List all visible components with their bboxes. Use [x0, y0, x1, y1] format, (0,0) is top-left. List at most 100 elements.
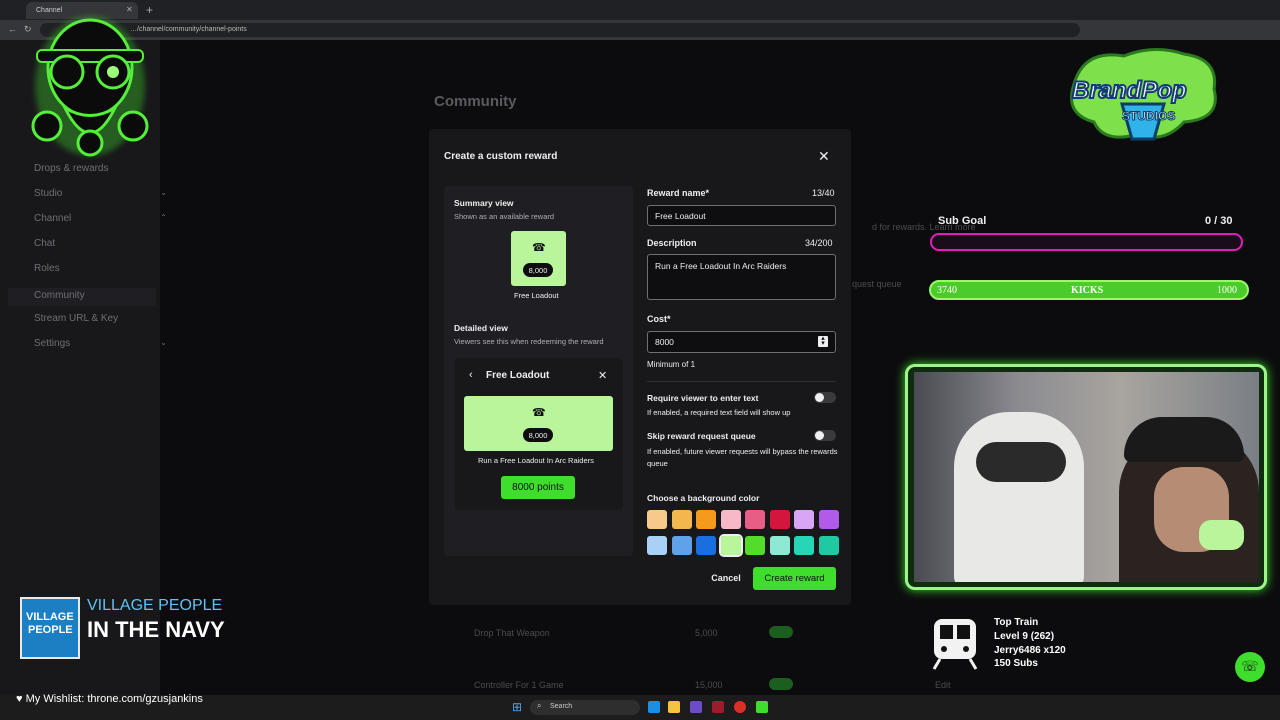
color-swatch[interactable]	[696, 536, 716, 555]
reward-row-name: Controller For 1 Game	[474, 680, 564, 690]
skip-queue-label: Skip reward request queue	[647, 431, 756, 441]
kicks-label: KICKS	[1071, 285, 1104, 296]
color-swatch[interactable]	[720, 510, 741, 529]
close-icon[interactable]: ✕	[818, 148, 830, 165]
color-swatch[interactable]	[647, 510, 667, 529]
reward-cost-pill: 8,000	[523, 263, 553, 277]
windows-start-icon[interactable]: ⊞	[512, 700, 522, 714]
back-icon[interactable]: ←	[8, 24, 17, 34]
album-art-text: VILLAGE	[26, 611, 74, 623]
color-swatch[interactable]	[647, 536, 667, 555]
app-icon[interactable]	[712, 701, 724, 713]
sidebar-item-chat[interactable]: Chat	[34, 238, 169, 254]
skip-queue-toggle[interactable]	[814, 430, 836, 441]
stepper-icon[interactable]: ▴ ▾	[818, 335, 828, 347]
detailed-view-subtitle: Viewers see this when redeeming the rewa…	[454, 337, 604, 346]
browser-tab-bar	[0, 0, 1280, 20]
reward-name-input[interactable]	[647, 205, 836, 226]
album-art-text: PEOPLE	[28, 624, 73, 636]
sub-goal-label: Sub Goal	[938, 215, 987, 227]
support-chat-icon[interactable]: ☏	[1235, 652, 1265, 682]
top-train-level: Level 9 (262)	[994, 631, 1055, 642]
color-swatch[interactable]	[718, 534, 743, 557]
sub-goal-progress-bar	[930, 233, 1243, 251]
reward-icon: ☎	[532, 242, 546, 254]
taskbar-search[interactable]: Search	[530, 700, 640, 715]
bg-text: quest queue	[852, 279, 902, 289]
detail-tile: ☎ 8,000	[464, 396, 613, 451]
require-text-toggle[interactable]	[814, 392, 836, 403]
sidebar-item-settings[interactable]: Settings ⌄	[34, 338, 169, 354]
sidebar-item-studio[interactable]: Studio ⌄	[34, 188, 169, 204]
now-playing-song: IN THE NAVY	[87, 617, 225, 642]
app-icon[interactable]	[690, 701, 702, 713]
chevron-icon: ⌃	[160, 213, 167, 222]
chair-headrest	[976, 442, 1066, 482]
heart-icon: ♥	[16, 693, 26, 705]
toggle-knob	[815, 431, 824, 440]
gas-mask-skull-logo	[31, 16, 149, 157]
address-bar[interactable]: …/channel/community/channel-points	[40, 23, 1080, 37]
wishlist-url: My Wishlist: throne.com/gzusjankins	[25, 693, 203, 705]
color-swatch[interactable]	[818, 536, 839, 555]
summary-view-subtitle: Shown as an available reward	[454, 212, 555, 221]
sidebar-item-label: Stream URL & Key	[34, 313, 119, 324]
kicks-right-value: 1000	[1217, 285, 1237, 296]
top-train-user: Jerry6486 x120	[994, 645, 1066, 656]
reward-row-cost: 5,000	[695, 628, 718, 638]
close-icon[interactable]: ✕	[598, 369, 607, 382]
brand-subtitle: STUDIOS	[1121, 109, 1176, 124]
reward-row-toggle[interactable]	[769, 626, 793, 638]
summary-view-title: Summary view	[454, 198, 514, 208]
require-text-hint: If enabled, a required text field will s…	[647, 408, 791, 417]
reward-tile-name: Free Loadout	[514, 291, 559, 300]
streamer-cap	[1124, 417, 1244, 462]
toggle-knob	[815, 393, 824, 402]
app-icon[interactable]	[756, 701, 768, 713]
color-swatch[interactable]	[769, 510, 790, 529]
reward-name-label: Reward name*	[647, 188, 710, 198]
background-color-label: Choose a background color	[647, 493, 760, 503]
file-explorer-icon[interactable]	[668, 701, 680, 713]
color-swatch[interactable]	[794, 510, 814, 529]
cost-hint: Minimum of 1	[647, 360, 696, 369]
description-input[interactable]: Run a Free Loadout In Arc Raiders	[647, 254, 836, 300]
chevron-left-icon[interactable]: ‹	[469, 369, 473, 381]
chevron-icon: ⌄	[160, 338, 167, 347]
sidebar-item-label: Chat	[34, 238, 56, 249]
edge-icon[interactable]	[648, 701, 660, 713]
sidebar-item-community[interactable]: Community	[8, 288, 156, 306]
webcam-feed	[914, 372, 1259, 582]
cancel-button[interactable]: Cancel	[706, 569, 746, 588]
color-swatch[interactable]	[794, 536, 814, 555]
color-swatch[interactable]	[818, 510, 839, 529]
sidebar-item-roles[interactable]: Roles	[34, 263, 169, 279]
reward-row-name: Drop That Weapon	[474, 628, 550, 638]
cost-label: Cost*	[647, 314, 671, 324]
reward-cost-pill: 8,000	[523, 428, 553, 442]
detail-description: Run a Free Loadout In Arc Raiders	[478, 456, 594, 465]
sidebar-item-stream-url-key[interactable]: Stream URL & Key	[34, 313, 169, 329]
color-swatch[interactable]	[671, 536, 692, 555]
detailed-view-title: Detailed view	[454, 323, 508, 333]
create-reward-button[interactable]: Create reward	[753, 567, 836, 590]
color-swatch[interactable]	[745, 510, 765, 529]
color-swatch[interactable]	[696, 510, 716, 529]
color-swatch[interactable]	[769, 536, 790, 555]
brandpop-studios-logo: BrandPop STUDIOS	[1064, 44, 1224, 152]
divider	[647, 381, 836, 382]
reward-row-toggle[interactable]	[769, 678, 793, 690]
edit-link[interactable]: Edit	[935, 680, 951, 690]
modal-title: Create a custom reward	[444, 151, 558, 162]
redeem-points-button[interactable]: 8000 points	[501, 476, 575, 499]
kicks-bar: 3740 KICKS 1000	[929, 280, 1249, 300]
brand-name: BrandPop	[1071, 76, 1188, 105]
detail-card-title: Free Loadout	[486, 370, 550, 381]
sidebar-item-channel[interactable]: Channel ⌃	[34, 213, 169, 229]
chevron-icon: ⌄	[160, 188, 167, 197]
now-playing-artist: VILLAGE PEOPLE	[87, 597, 223, 614]
browser-icon[interactable]	[734, 701, 746, 713]
color-swatch[interactable]	[745, 536, 765, 555]
color-swatch[interactable]	[671, 510, 692, 529]
cost-input[interactable]	[647, 331, 836, 353]
